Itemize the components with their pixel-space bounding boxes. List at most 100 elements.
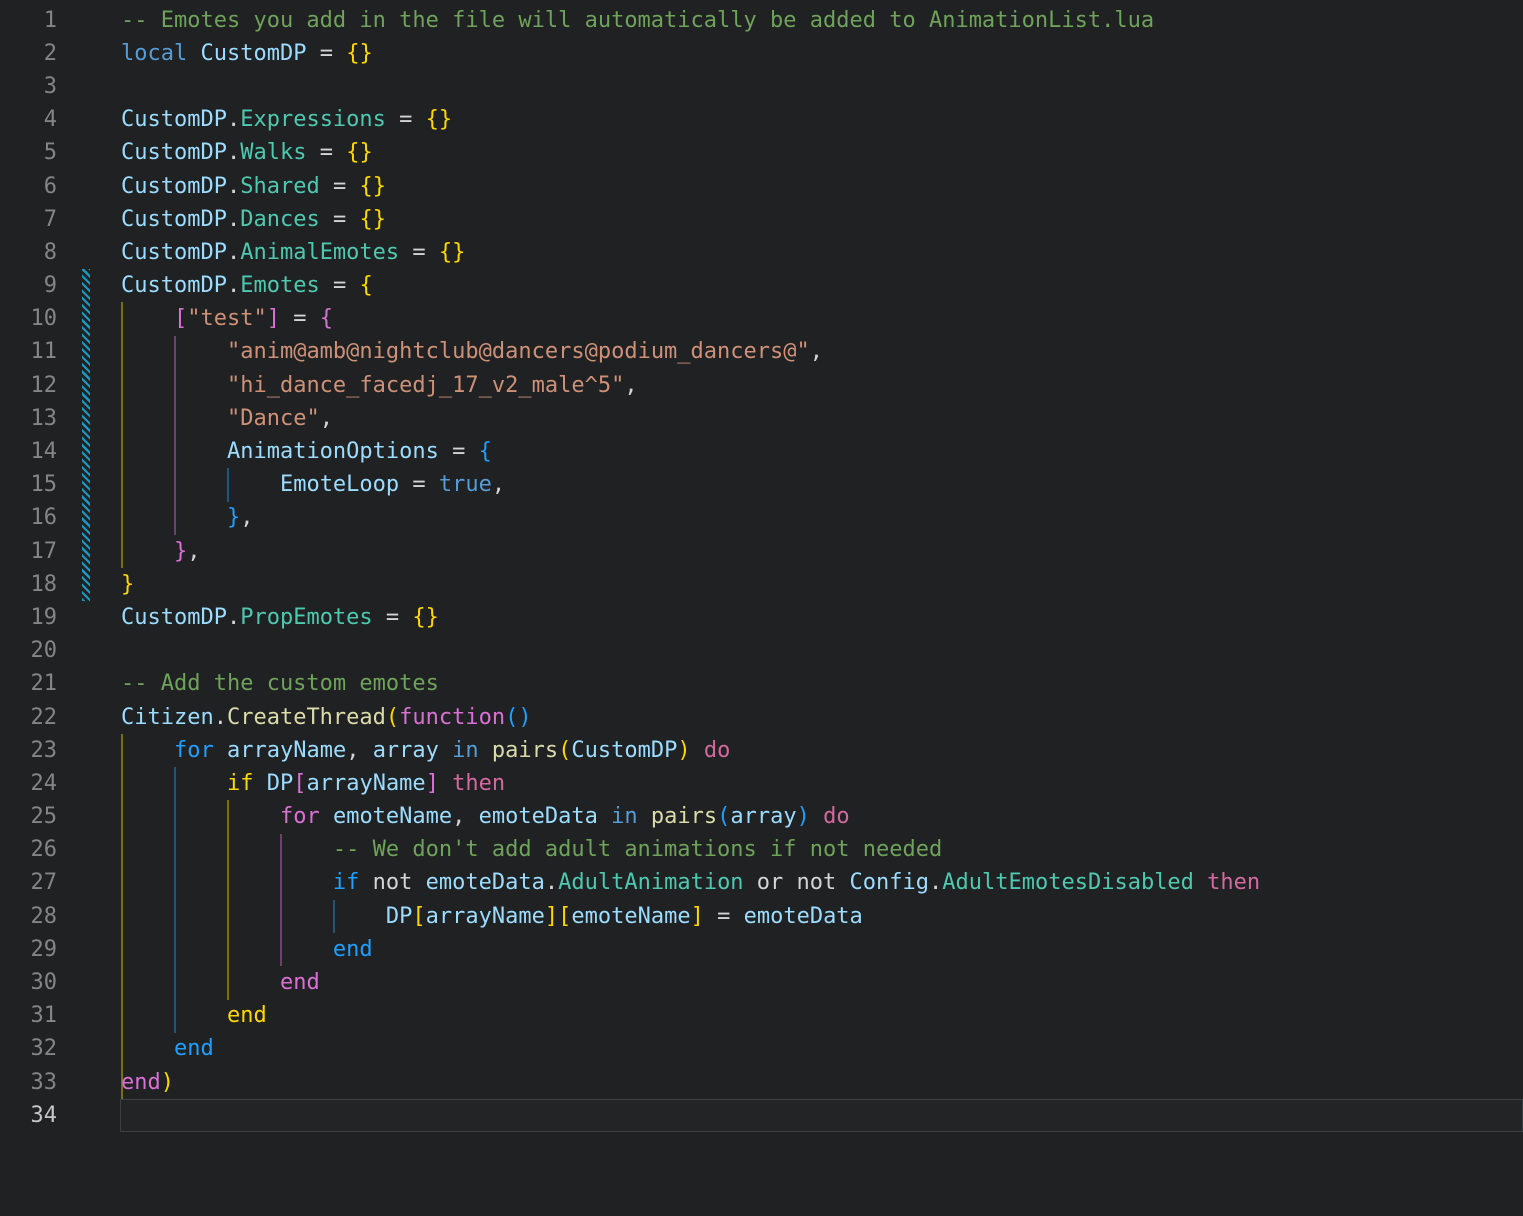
code-line[interactable]: 33 end) (0, 1066, 1523, 1099)
code-text[interactable]: }, (121, 535, 201, 568)
code-line[interactable]: 3 (0, 70, 1523, 103)
code-text[interactable]: CustomDP.Dances = {} (121, 203, 386, 236)
line-number[interactable]: 4 (0, 103, 57, 136)
code-line[interactable]: 25 for emoteName, emoteData in pairs(arr… (0, 800, 1523, 833)
code-line[interactable]: 23 for arrayName, array in pairs(CustomD… (0, 734, 1523, 767)
line-number[interactable]: 6 (0, 170, 57, 203)
code-text[interactable]: ["test"] = { (121, 302, 333, 335)
code-line[interactable]: 20 (0, 634, 1523, 667)
code-line[interactable]: 26 -- We don't add adult animations if n… (0, 833, 1523, 866)
code-text[interactable]: "anim@amb@nightclub@dancers@podium_dance… (121, 335, 823, 368)
code-line[interactable]: 2 local CustomDP = {} (0, 37, 1523, 70)
line-number[interactable]: 29 (0, 933, 58, 966)
line-number[interactable]: 32 (0, 1032, 58, 1065)
code-text[interactable]: } (121, 568, 134, 601)
code-line[interactable]: 32 end (0, 1032, 1523, 1065)
code-text[interactable]: AnimationOptions = { (121, 435, 492, 468)
line-number[interactable]: 13 (0, 402, 58, 435)
code-line[interactable]: 18} (0, 568, 1523, 601)
code-text[interactable]: CustomDP.Emotes = { (121, 269, 373, 302)
code-text[interactable]: end (121, 966, 320, 999)
line-number[interactable]: 12 (0, 369, 58, 402)
line-number[interactable]: 1 (0, 4, 57, 37)
code-line[interactable]: 7 CustomDP.Dances = {} (0, 203, 1523, 236)
code-line[interactable]: 34 (0, 1099, 1523, 1132)
code-line[interactable]: 22 Citizen.CreateThread(function() (0, 701, 1523, 734)
code-text[interactable]: -- We don't add adult animations if not … (121, 833, 942, 866)
code-text[interactable]: CustomDP.PropEmotes = {} (121, 601, 439, 634)
line-number[interactable]: 21 (0, 667, 58, 700)
code-text[interactable]: end) (121, 1066, 174, 1099)
code-line[interactable]: 21 -- Add the custom emotes (0, 667, 1523, 700)
code-line[interactable]: 13 "Dance", (0, 402, 1523, 435)
code-text[interactable]: "hi_dance_facedj_17_v2_male^5", (121, 369, 638, 402)
code-text[interactable]: CustomDP.Shared = {} (121, 170, 386, 203)
code-line[interactable]: 30 end (0, 966, 1523, 999)
line-number[interactable]: 20 (0, 634, 58, 667)
code-line[interactable]: 8 CustomDP.AnimalEmotes = {} (0, 236, 1523, 269)
code-line[interactable]: 16 }, (0, 501, 1523, 534)
line-number[interactable]: 11 (0, 335, 58, 368)
line-number[interactable]: 10 (0, 302, 58, 335)
code-line[interactable]: 5 CustomDP.Walks = {} (0, 136, 1523, 169)
line-number[interactable]: 17 (0, 535, 58, 568)
code-text[interactable]: CustomDP.AnimalEmotes = {} (121, 236, 465, 269)
code-line[interactable]: 31 end (0, 999, 1523, 1032)
code-line[interactable]: 27 if not emoteData.AdultAnimation or no… (0, 866, 1523, 899)
line-number[interactable]: 26 (0, 833, 58, 866)
code-line[interactable]: 29 end (0, 933, 1523, 966)
code-text[interactable]: if not emoteData.AdultAnimation or not C… (121, 866, 1260, 899)
code-text[interactable]: for emoteName, emoteData in pairs(array)… (121, 800, 850, 833)
line-number[interactable]: 24 (0, 767, 58, 800)
code-text[interactable]: end (121, 999, 267, 1032)
line-number[interactable]: 16 (0, 501, 58, 534)
line-number[interactable]: 2 (0, 37, 57, 70)
code-line[interactable]: 12 "hi_dance_facedj_17_v2_male^5", (0, 369, 1523, 402)
code-line[interactable]: 14 AnimationOptions = { (0, 435, 1523, 468)
line-number[interactable]: 3 (0, 70, 57, 103)
code-line[interactable]: 11 "anim@amb@nightclub@dancers@podium_da… (0, 335, 1523, 368)
code-line[interactable]: 9 CustomDP.Emotes = { (0, 269, 1523, 302)
code-text[interactable]: EmoteLoop = true, (121, 468, 505, 501)
code-line[interactable]: 28 DP[arrayName][emoteName] = emoteData (0, 900, 1523, 933)
code-text[interactable]: Citizen.CreateThread(function() (121, 701, 532, 734)
line-number[interactable]: 28 (0, 900, 58, 933)
line-number[interactable]: 33 (0, 1066, 58, 1099)
line-number[interactable]: 15 (0, 468, 58, 501)
code-line[interactable]: 17 }, (0, 535, 1523, 568)
code-text[interactable]: "Dance", (121, 402, 333, 435)
code-text[interactable]: }, (121, 501, 254, 534)
code-text[interactable]: for arrayName, array in pairs(CustomDP) … (121, 734, 730, 767)
line-number[interactable]: 5 (0, 136, 57, 169)
code-text[interactable]: end (121, 933, 373, 966)
editor-viewport[interactable]: 1 -- Emotes you add in the file will auto… (0, 0, 1523, 1133)
line-number[interactable]: 7 (0, 203, 57, 236)
line-number[interactable]: 31 (0, 999, 58, 1032)
line-number[interactable]: 8 (0, 236, 57, 269)
code-text[interactable]: DP[arrayName][emoteName] = emoteData (121, 900, 863, 933)
code-text[interactable]: if DP[arrayName] then (121, 767, 505, 800)
code-line[interactable]: 1 -- Emotes you add in the file will auto… (0, 4, 1523, 37)
code-line[interactable]: 4 CustomDP.Expressions = {} (0, 103, 1523, 136)
line-number[interactable]: 22 (0, 701, 58, 734)
line-number[interactable]: 34 (0, 1099, 58, 1132)
code-text[interactable]: CustomDP.Expressions = {} (121, 103, 452, 136)
code-text[interactable]: CustomDP.Walks = {} (121, 136, 373, 169)
line-number[interactable]: 23 (0, 734, 58, 767)
code-line[interactable]: 24 if DP[arrayName] then (0, 767, 1523, 800)
code-text[interactable]: -- Add the custom emotes (121, 667, 439, 700)
line-number[interactable]: 27 (0, 866, 58, 899)
code-line[interactable]: 15 EmoteLoop = true, (0, 468, 1523, 501)
code-line[interactable]: 10 ["test"] = { (0, 302, 1523, 335)
line-number[interactable]: 18 (0, 568, 58, 601)
code-text[interactable]: end (121, 1032, 214, 1065)
line-number[interactable]: 25 (0, 800, 58, 833)
line-number[interactable]: 19 (0, 601, 58, 634)
line-number[interactable]: 9 (0, 269, 57, 302)
code-text[interactable]: local CustomDP = {} (121, 37, 373, 70)
code-line[interactable]: 6 CustomDP.Shared = {} (0, 170, 1523, 203)
code-text[interactable]: -- Emotes you add in the file will autom… (121, 4, 1154, 37)
line-number[interactable]: 14 (0, 435, 58, 468)
code-line[interactable]: 19 CustomDP.PropEmotes = {} (0, 601, 1523, 634)
line-number[interactable]: 30 (0, 966, 58, 999)
